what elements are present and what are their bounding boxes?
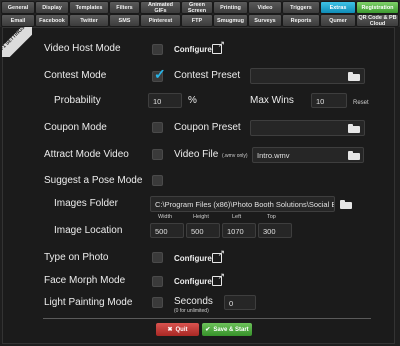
save-start-button[interactable]: ✔ Save & Start [202,323,252,336]
suggest-pose-mode-label: Suggest a Pose Mode [44,175,143,186]
face-morph-mode-checkbox[interactable] [152,276,163,287]
folder-icon[interactable] [348,72,360,81]
face-morph-mode-label: Face Morph Mode [44,275,126,286]
settings-corner-badge: F1 SETTINGS [2,27,32,57]
images-folder-label: Images Folder [54,198,118,209]
light-painting-mode-label: Light Painting Mode [44,297,133,308]
type-on-photo-label: Type on Photo [44,252,109,263]
tab-video[interactable]: Video [248,1,282,14]
tab-pinterest[interactable]: Pinterest [140,14,181,27]
face-morph-configure-link[interactable]: Configure [174,277,212,286]
tab-qumer[interactable]: Qumer [320,14,356,27]
max-wins-label: Max Wins [250,95,294,106]
tab-triggers[interactable]: Triggers [282,1,320,14]
contest-mode-label: Contest Mode [44,70,107,81]
external-link-icon[interactable]: ↗ [212,40,225,54]
tab-animated-gifs[interactable]: Animated GIFs [140,1,181,14]
video-host-configure-link[interactable]: Configure [174,45,212,54]
quit-button-label: Quit [175,326,188,333]
tab-registration[interactable]: Registration [356,1,399,14]
reset-link[interactable]: Reset [353,100,369,106]
attract-mode-video-label: Attract Mode Video [44,149,129,160]
attract-mode-video-checkbox[interactable] [152,149,163,160]
external-link-icon[interactable]: ↗ [212,272,225,286]
tab-templates[interactable]: Templates [69,1,109,14]
footer-divider [43,318,371,319]
external-link-icon[interactable]: ↗ [212,249,225,263]
video-file-note: (.wmv only) [222,153,248,159]
video-host-mode-checkbox[interactable] [152,44,163,55]
close-icon: ✖ [167,327,173,333]
tab-ftp[interactable]: FTP [181,14,213,27]
coupon-mode-checkbox[interactable] [152,122,163,133]
height-input[interactable]: 500 [186,223,220,238]
top-input[interactable]: 300 [258,223,292,238]
save-start-button-label: Save & Start [213,326,249,333]
type-on-photo-checkbox[interactable] [152,252,163,263]
folder-icon[interactable] [340,200,352,209]
percent-label: % [188,95,197,106]
tab-email[interactable]: Email [1,14,35,27]
tab-smugmug[interactable]: Smugmug [213,14,248,27]
seconds-note: (0 for unlimited) [174,308,209,314]
folder-icon[interactable] [348,151,360,160]
folder-icon[interactable] [348,124,360,133]
width-header: Width [158,214,173,220]
images-folder-input[interactable]: C:\Program Files (x86)\Photo Booth Solut… [150,196,335,212]
left-header: Left [232,214,242,220]
type-on-photo-configure-link[interactable]: Configure [174,254,212,263]
quit-button[interactable]: ✖ Quit [156,323,199,336]
settings-badge-label: F1 SETTINGS [2,27,32,57]
probability-label: Probability [54,95,101,106]
tab-twitter[interactable]: Twitter [69,14,109,27]
settings-tab-bar: General Display Templates Filters Animat… [0,0,400,27]
tab-extras[interactable]: Extras [320,1,356,14]
seconds-input[interactable]: 0 [224,295,256,310]
checkmark-icon: ✓ [154,66,166,82]
tab-printing[interactable]: Printing [213,1,248,14]
seconds-label: Seconds [174,296,213,307]
video-host-mode-label: Video Host Mode [44,43,121,54]
probability-input[interactable]: 10 [148,93,182,108]
image-location-label: Image Location [54,225,123,236]
suggest-pose-mode-checkbox[interactable] [152,175,163,186]
tab-filters[interactable]: Filters [109,1,140,14]
contest-mode-checkbox[interactable]: ✓ [152,67,166,82]
tab-sms[interactable]: SMS [109,14,140,27]
tab-surveys[interactable]: Surveys [248,14,282,27]
width-input[interactable]: 500 [150,223,184,238]
tab-reports[interactable]: Reports [282,14,320,27]
left-input[interactable]: 1070 [222,223,256,238]
tab-green-screen[interactable]: Green Screen [181,1,213,14]
tab-qr-code-pb-cloud[interactable]: QR Code & PB Cloud [356,14,399,27]
contest-preset-label: Contest Preset [174,70,241,81]
tab-general[interactable]: General [1,1,35,14]
check-icon: ✔ [205,327,211,333]
coupon-mode-label: Coupon Mode [44,122,107,133]
top-header: Top [267,214,276,220]
max-wins-input[interactable]: 10 [311,93,347,108]
video-file-label: Video File [174,149,219,160]
tab-display[interactable]: Display [35,1,69,14]
coupon-preset-label: Coupon Preset [174,122,241,133]
light-painting-mode-checkbox[interactable] [152,297,163,308]
height-header: Height [193,214,209,220]
tab-facebook[interactable]: Facebook [35,14,69,27]
